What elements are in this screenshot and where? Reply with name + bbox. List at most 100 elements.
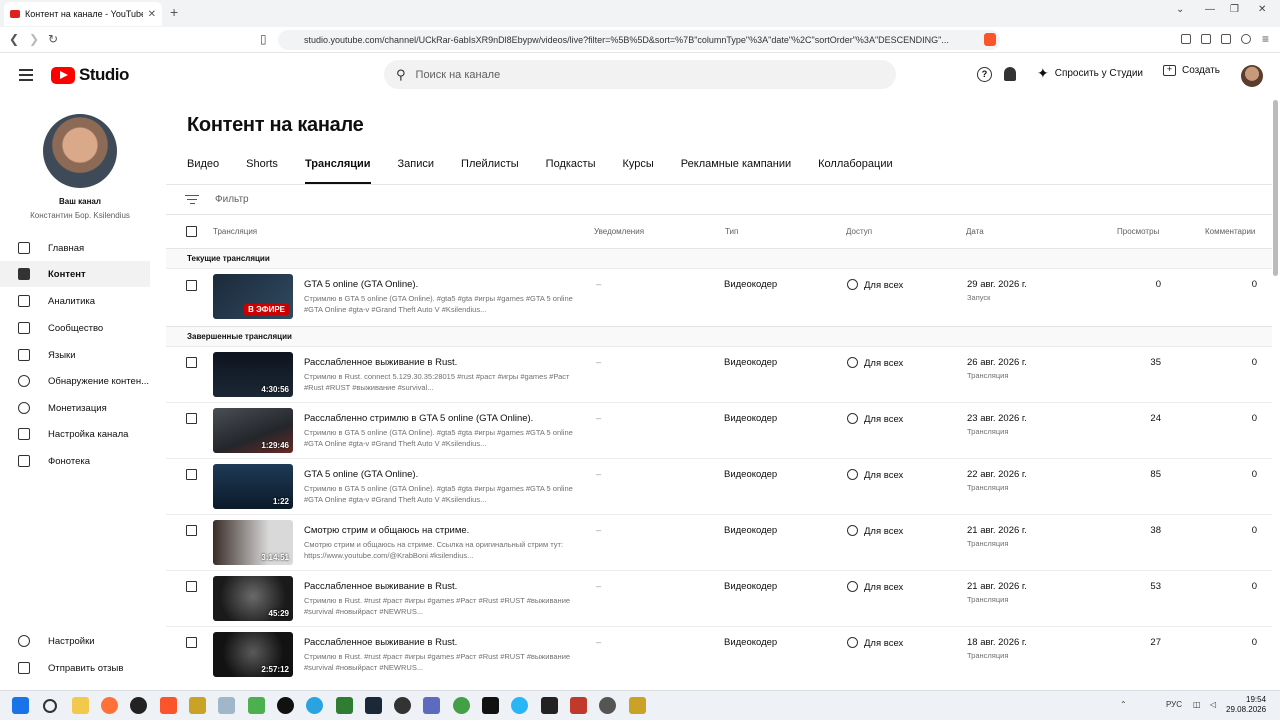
new-tab-button[interactable]: + — [170, 4, 178, 20]
column-comments[interactable]: Комментарии — [1205, 227, 1255, 236]
column-views[interactable]: Просмотры — [1117, 227, 1159, 236]
telegram-icon[interactable] — [306, 697, 323, 714]
app-icon[interactable] — [218, 697, 235, 714]
wallet-icon[interactable] — [1221, 34, 1231, 44]
access-value[interactable]: Для всех — [847, 279, 903, 291]
sidebar-item-analytics[interactable]: Аналитика — [0, 288, 150, 314]
brave-icon[interactable] — [160, 697, 177, 714]
reader-icon[interactable] — [1201, 34, 1211, 44]
select-all-checkbox[interactable] — [186, 226, 197, 237]
network-icon[interactable]: ◫ — [1193, 700, 1201, 709]
app-icon[interactable] — [394, 697, 411, 714]
app-icon[interactable] — [336, 697, 353, 714]
sidebar-item-community[interactable]: Сообщество — [0, 315, 150, 341]
app-icon[interactable] — [599, 697, 616, 714]
tab-promotions[interactable]: Рекламные кампании — [681, 158, 791, 184]
stream-thumbnail[interactable]: 3:14:51 — [213, 520, 293, 565]
row-checkbox[interactable] — [186, 637, 197, 648]
stream-title[interactable]: Расслабленное выживание в Rust. — [304, 581, 457, 592]
notepad-icon[interactable] — [248, 697, 265, 714]
row-checkbox[interactable] — [186, 357, 197, 368]
stream-thumbnail[interactable]: 1:22 — [213, 464, 293, 509]
column-access[interactable]: Доступ — [846, 227, 872, 236]
vpn-icon[interactable] — [1241, 34, 1251, 44]
sidebar-icon[interactable] — [1181, 34, 1191, 44]
system-clock[interactable]: 19:54 29.08.2026 — [1226, 695, 1266, 715]
reload-icon[interactable]: ↻ — [48, 32, 58, 46]
column-notifications[interactable]: Уведомления — [594, 227, 644, 236]
app-icon[interactable] — [189, 697, 206, 714]
app-icon[interactable] — [570, 697, 587, 714]
stream-title[interactable]: Расслабленно стримлю в GTA 5 online (GTA… — [304, 413, 533, 424]
sidebar-item-audio-library[interactable]: Фонотека — [0, 448, 150, 474]
row-checkbox[interactable] — [186, 280, 197, 291]
close-tab-icon[interactable]: ✕ — [148, 9, 156, 20]
menu-icon[interactable]: ≡ — [1262, 32, 1269, 46]
search-input[interactable]: ⚲ Поиск на канале — [384, 60, 896, 89]
recorder-icon[interactable] — [277, 697, 294, 714]
tab-posts[interactable]: Записи — [398, 158, 435, 184]
stream-title[interactable]: Смотрю стрим и общаюсь на стриме. — [304, 525, 469, 536]
access-value[interactable]: Для всех — [847, 469, 903, 481]
search-icon[interactable] — [43, 699, 57, 713]
filter-input[interactable]: Фильтр — [215, 194, 249, 205]
access-value[interactable]: Для всех — [847, 525, 903, 537]
access-value[interactable]: Для всех — [847, 637, 903, 649]
firefox-icon[interactable] — [101, 697, 118, 714]
stream-thumbnail[interactable]: 45:29 — [213, 576, 293, 621]
tab-podcasts[interactable]: Подкасты — [546, 158, 596, 184]
tab-shorts[interactable]: Shorts — [246, 158, 278, 184]
hamburger-menu-icon[interactable] — [19, 69, 33, 84]
tab-collaborations[interactable]: Коллаборации — [818, 158, 892, 184]
sidebar-item-content[interactable]: Контент — [0, 261, 150, 287]
start-icon[interactable] — [12, 697, 29, 714]
row-checkbox[interactable] — [186, 413, 197, 424]
studio-logo[interactable]: Studio — [51, 65, 129, 85]
forward-icon[interactable]: ❯ — [29, 32, 39, 46]
row-checkbox[interactable] — [186, 525, 197, 536]
app-icon[interactable] — [511, 697, 528, 714]
stream-title[interactable]: Расслабленное выживание в Rust. — [304, 637, 457, 648]
app-icon[interactable] — [423, 697, 440, 714]
table-row[interactable]: 4:30:56 Расслабленное выживание в Rust. … — [166, 346, 1272, 402]
language-indicator[interactable]: РУС — [1166, 700, 1182, 709]
stream-title[interactable]: Расслабленное выживание в Rust. — [304, 357, 457, 368]
column-type[interactable]: Тип — [725, 227, 738, 236]
app-icon[interactable] — [541, 697, 558, 714]
stream-thumbnail[interactable]: 4:30:56 — [213, 352, 293, 397]
create-button[interactable]: + Создать — [1163, 65, 1220, 76]
ask-studio-button[interactable]: ✦ Спросить у Студии — [1037, 65, 1143, 82]
sidebar-item-monetization[interactable]: Монетизация — [0, 395, 150, 421]
account-avatar[interactable] — [1241, 65, 1263, 87]
tab-live[interactable]: Трансляции — [304, 158, 371, 184]
sidebar-item-settings[interactable]: Настройки — [0, 628, 150, 654]
table-row[interactable]: В ЭФИРЕ GTA 5 online (GTA Online). Стрим… — [166, 268, 1272, 326]
access-value[interactable]: Для всех — [847, 413, 903, 425]
sidebar-item-feedback[interactable]: Отправить отзыв — [0, 655, 150, 681]
help-icon[interactable]: ? — [977, 67, 992, 82]
sidebar-item-customization[interactable]: Настройка канала — [0, 421, 150, 447]
tab-playlists[interactable]: Плейлисты — [461, 158, 519, 184]
table-row[interactable]: 2:57:12 Расслабленное выживание в Rust. … — [166, 626, 1272, 690]
app-icon[interactable] — [453, 697, 470, 714]
page-scrollbar[interactable] — [1273, 100, 1278, 276]
file-explorer-icon[interactable] — [72, 697, 89, 714]
column-date[interactable]: Дата — [966, 227, 984, 236]
back-icon[interactable]: ❮ — [9, 32, 19, 46]
sidebar-item-dashboard[interactable]: Главная — [0, 235, 150, 261]
table-row[interactable]: 3:14:51 Смотрю стрим и общаюсь на стриме… — [166, 514, 1272, 570]
row-checkbox[interactable] — [186, 469, 197, 480]
sidebar-item-languages[interactable]: Языки — [0, 342, 150, 368]
app-icon[interactable] — [482, 697, 499, 714]
obs-icon[interactable] — [130, 697, 147, 714]
column-stream[interactable]: Трансляция — [213, 227, 257, 236]
stream-title[interactable]: GTA 5 online (GTA Online). — [304, 279, 418, 290]
table-row[interactable]: 1:29:46 Расслабленно стримлю в GTA 5 onl… — [166, 402, 1272, 458]
table-row[interactable]: 1:22 GTA 5 online (GTA Online). Стримлю … — [166, 458, 1272, 514]
stream-thumbnail[interactable]: 2:57:12 — [213, 632, 293, 677]
filter-icon[interactable] — [185, 192, 199, 207]
stream-title[interactable]: GTA 5 online (GTA Online). — [304, 469, 418, 480]
browser-tab[interactable]: Контент на канале - YouTube Studio ✕ — [4, 2, 162, 26]
stream-thumbnail[interactable]: В ЭФИРЕ — [213, 274, 293, 319]
table-row[interactable]: 45:29 Расслабленное выживание в Rust. Ст… — [166, 570, 1272, 626]
